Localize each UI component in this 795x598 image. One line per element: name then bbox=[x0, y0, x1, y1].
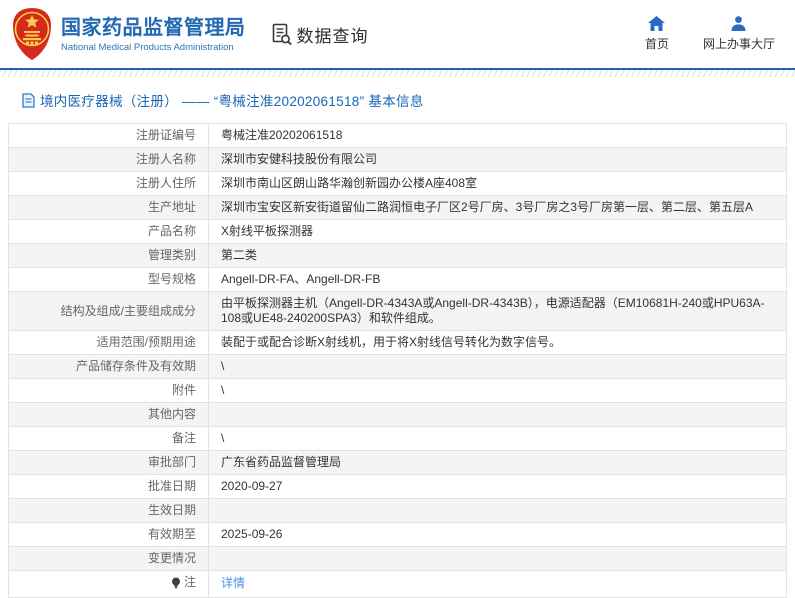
table-row: 审批部门 广东省药品监督管理局 bbox=[9, 451, 787, 475]
table-row: 产品名称 X射线平板探测器 bbox=[9, 220, 787, 244]
row-label: 其他内容 bbox=[9, 403, 209, 427]
header-hatch-divider bbox=[0, 70, 795, 77]
row-label: 附件 bbox=[9, 379, 209, 403]
row-label: 审批部门 bbox=[9, 451, 209, 475]
table-row: 其他内容 bbox=[9, 403, 787, 427]
header-nav: 首页 网上办事大厅 bbox=[645, 16, 781, 52]
row-value: X射线平板探测器 bbox=[209, 220, 787, 244]
data-query-label: 数据查询 bbox=[297, 22, 369, 47]
row-label: 有效期至 bbox=[9, 523, 209, 547]
row-value: 第二类 bbox=[209, 244, 787, 268]
row-label: 注册证编号 bbox=[9, 124, 209, 148]
table-row: 注册人名称 深圳市安健科技股份有限公司 bbox=[9, 148, 787, 172]
row-label: 产品名称 bbox=[9, 220, 209, 244]
document-icon bbox=[22, 93, 35, 108]
row-value: 详情 bbox=[209, 571, 787, 598]
row-label: 型号规格 bbox=[9, 268, 209, 292]
row-value: 深圳市安健科技股份有限公司 bbox=[209, 148, 787, 172]
document-search-icon bbox=[272, 23, 293, 46]
row-label: 批准日期 bbox=[9, 475, 209, 499]
table-row: 变更情况 bbox=[9, 547, 787, 571]
nav-home-label: 首页 bbox=[645, 35, 669, 52]
national-emblem-logo bbox=[12, 7, 52, 61]
row-label: 注 bbox=[9, 571, 209, 598]
page-title: 境内医疗器械（注册） —— “粤械注准20202061518” 基本信息 bbox=[40, 90, 424, 110]
brand-title: 国家药品监督管理局 bbox=[61, 16, 246, 40]
row-value bbox=[209, 403, 787, 427]
row-label: 管理类别 bbox=[9, 244, 209, 268]
row-label: 注册人名称 bbox=[9, 148, 209, 172]
row-label: 注册人住所 bbox=[9, 172, 209, 196]
row-value: 粤械注准20202061518 bbox=[209, 124, 787, 148]
home-icon bbox=[648, 16, 665, 31]
header: 国家药品监督管理局 National Medical Products Admi… bbox=[0, 0, 795, 70]
row-value: \ bbox=[209, 379, 787, 403]
row-label: 生产地址 bbox=[9, 196, 209, 220]
table-row: 管理类别 第二类 bbox=[9, 244, 787, 268]
row-value: 深圳市宝安区新安街道留仙二路润恒电子厂区2号厂房、3号厂房之3号厂房第一层、第二… bbox=[209, 196, 787, 220]
row-value: \ bbox=[209, 355, 787, 379]
row-value: 由平板探测器主机（Angell-DR-4343A或Angell-DR-4343B… bbox=[209, 292, 787, 331]
row-value bbox=[209, 547, 787, 571]
table-row: 附件 \ bbox=[9, 379, 787, 403]
brand-block: 国家药品监督管理局 National Medical Products Admi… bbox=[61, 16, 246, 53]
row-value: 2020-09-27 bbox=[209, 475, 787, 499]
nav-service-hall[interactable]: 网上办事大厅 bbox=[703, 16, 775, 52]
table-row: 备注 \ bbox=[9, 427, 787, 451]
row-value: \ bbox=[209, 427, 787, 451]
row-label: 变更情况 bbox=[9, 547, 209, 571]
table-row: 有效期至 2025-09-26 bbox=[9, 523, 787, 547]
table-row: 生产地址 深圳市宝安区新安街道留仙二路润恒电子厂区2号厂房、3号厂房之3号厂房第… bbox=[9, 196, 787, 220]
row-label: 结构及组成/主要组成成分 bbox=[9, 292, 209, 331]
row-label: 生效日期 bbox=[9, 499, 209, 523]
row-value: 广东省药品监督管理局 bbox=[209, 451, 787, 475]
row-value: Angell-DR-FA、Angell-DR-FB bbox=[209, 268, 787, 292]
nav-service-hall-label: 网上办事大厅 bbox=[703, 35, 775, 52]
row-label: 产品储存条件及有效期 bbox=[9, 355, 209, 379]
breadcrumb: 境内医疗器械（注册） —— “粤械注准20202061518” 基本信息 bbox=[0, 77, 795, 120]
row-label: 适用范围/预期用途 bbox=[9, 331, 209, 355]
table-row: 批准日期 2020-09-27 bbox=[9, 475, 787, 499]
row-value: 2025-09-26 bbox=[209, 523, 787, 547]
brand-subtitle: National Medical Products Administration bbox=[61, 42, 246, 53]
data-query-tab[interactable]: 数据查询 bbox=[272, 22, 369, 47]
row-value: 深圳市南山区朗山路华瀚创新园办公楼A座408室 bbox=[209, 172, 787, 196]
table-row: 产品储存条件及有效期 \ bbox=[9, 355, 787, 379]
table-row: 生效日期 bbox=[9, 499, 787, 523]
table-row: 型号规格 Angell-DR-FA、Angell-DR-FB bbox=[9, 268, 787, 292]
table-row: 适用范围/预期用途 装配于或配合诊断X射线机，用于将X射线信号转化为数字信号。 bbox=[9, 331, 787, 355]
row-label: 备注 bbox=[9, 427, 209, 451]
lightbulb-icon bbox=[171, 577, 181, 589]
info-table: 注册证编号 粤械注准20202061518 注册人名称 深圳市安健科技股份有限公… bbox=[8, 123, 787, 598]
table-row: 结构及组成/主要组成成分 由平板探测器主机（Angell-DR-4343A或An… bbox=[9, 292, 787, 331]
table-row: 注册人住所 深圳市南山区朗山路华瀚创新园办公楼A座408室 bbox=[9, 172, 787, 196]
table-row: 注册证编号 粤械注准20202061518 bbox=[9, 124, 787, 148]
note-label-text: 注 bbox=[184, 575, 196, 590]
row-value bbox=[209, 499, 787, 523]
nav-home[interactable]: 首页 bbox=[645, 16, 669, 52]
details-link[interactable]: 详情 bbox=[221, 576, 245, 590]
table-row-note: 注 详情 bbox=[9, 571, 787, 598]
info-table-wrapper: 注册证编号 粤械注准20202061518 注册人名称 深圳市安健科技股份有限公… bbox=[0, 120, 795, 598]
row-value: 装配于或配合诊断X射线机，用于将X射线信号转化为数字信号。 bbox=[209, 331, 787, 355]
user-icon bbox=[730, 16, 747, 31]
